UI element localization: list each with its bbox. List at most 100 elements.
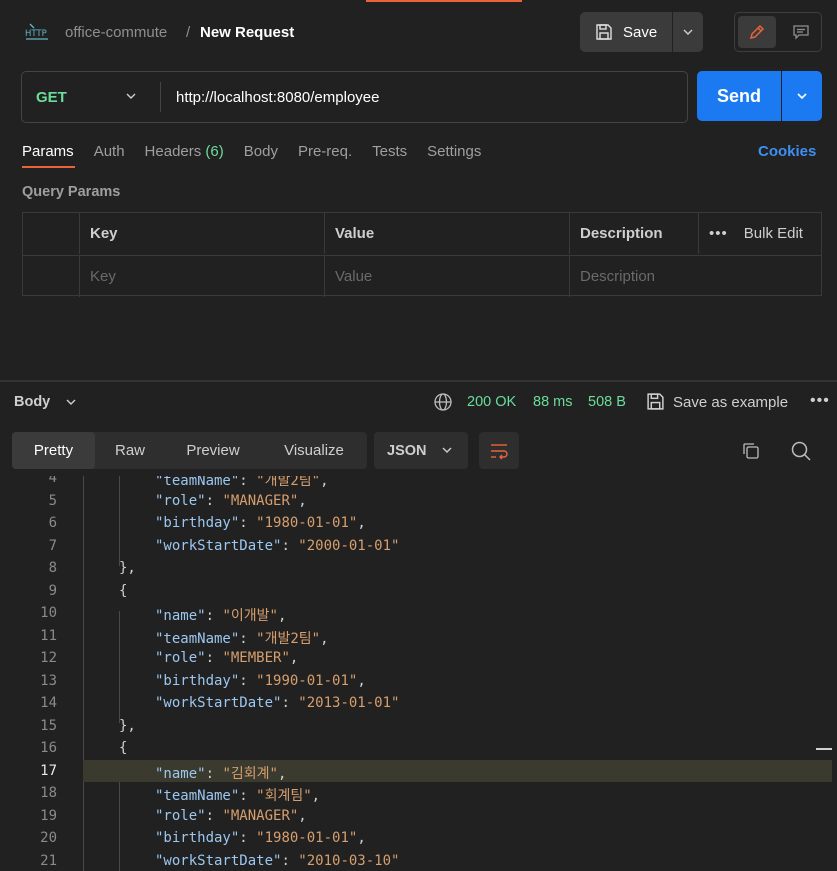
json-punctuation: , <box>357 672 366 689</box>
json-key: "teamName" <box>155 788 240 804</box>
line-number: 19 <box>40 807 57 824</box>
code-text: "birthday": "1990-01-01", <box>155 673 366 689</box>
code-line: 10 "name": "이개발", <box>0 602 837 625</box>
column-header-description: Description <box>569 213 698 254</box>
code-text: "role": "MANAGER", <box>155 493 307 509</box>
save-dropdown-button[interactable] <box>673 12 703 52</box>
param-value-input[interactable]: Value <box>324 256 569 297</box>
json-string: "1990-01-01" <box>256 672 358 689</box>
chevron-down-icon[interactable] <box>64 395 78 409</box>
request-name[interactable]: New Request <box>200 24 294 41</box>
code-text: "role": "MEMBER", <box>155 650 298 666</box>
code-line: 9{ <box>0 580 837 603</box>
active-tab-accent <box>366 0 522 2</box>
cookies-link[interactable]: Cookies <box>758 143 816 160</box>
json-punctuation: , <box>277 608 287 624</box>
tab-auth[interactable]: Auth <box>94 143 125 167</box>
json-key: "role" <box>155 492 206 509</box>
column-header-key: Key <box>79 213 324 254</box>
tab-headers[interactable]: Headers (6) <box>145 143 224 167</box>
word-wrap-button[interactable] <box>479 432 519 469</box>
line-number: 18 <box>40 785 57 801</box>
breadcrumb-collection[interactable]: office-commute <box>65 24 167 41</box>
search-icon[interactable] <box>790 440 812 462</box>
json-string: "MEMBER" <box>222 650 290 666</box>
view-tab-raw[interactable]: Raw <box>95 432 165 469</box>
code-line: 5 "role": "MANAGER", <box>0 490 837 513</box>
tab-params[interactable]: Params <box>22 143 74 167</box>
response-time[interactable]: 88 ms <box>533 394 573 410</box>
param-key-input[interactable]: Key <box>79 256 324 297</box>
line-number: 7 <box>48 537 57 554</box>
status-badge[interactable]: 200 OK <box>467 394 516 410</box>
json-punctuation: , <box>289 650 299 666</box>
view-tab-visualize[interactable]: Visualize <box>261 432 367 469</box>
line-number: 16 <box>40 740 57 756</box>
line-number: 10 <box>40 605 57 621</box>
code-line: 12 "role": "MEMBER", <box>0 647 837 670</box>
code-text: "name": "이개발", <box>155 605 286 625</box>
json-key: "workStartDate" <box>155 695 282 711</box>
json-punctuation: : <box>239 672 257 689</box>
chevron-down-icon[interactable] <box>124 89 138 103</box>
json-string: "김회계" <box>222 765 278 782</box>
param-description-input[interactable]: Description <box>569 256 821 297</box>
table-row: Key Value Description <box>23 255 821 297</box>
wrap-lines-icon <box>491 443 508 459</box>
code-line: 15}, <box>0 715 837 738</box>
code-text: { <box>119 583 127 599</box>
chevron-down-icon <box>683 29 693 35</box>
format-select-value: JSON <box>387 442 427 459</box>
send-button[interactable]: Send <box>697 71 781 121</box>
json-punctuation: , <box>357 515 366 531</box>
format-select[interactable]: JSON <box>374 432 468 469</box>
response-body-viewer[interactable]: 4 "teamName": "개발2팀", 5 "role": "MANAGER", 6… <box>0 476 837 871</box>
comments-button[interactable] <box>783 16 819 48</box>
line-number: 5 <box>48 492 57 509</box>
scrollbar-marker[interactable] <box>816 748 832 750</box>
save-as-example-button[interactable]: Save as example <box>673 394 788 411</box>
json-key: "role" <box>155 807 206 824</box>
globe-icon[interactable] <box>433 392 453 412</box>
line-number: 6 <box>48 515 57 531</box>
tab-prereq[interactable]: Pre-req. <box>298 143 352 167</box>
json-key: "teamName" <box>155 630 240 647</box>
json-string: "2000-01-01" <box>298 537 400 554</box>
tab-settings[interactable]: Settings <box>427 143 481 167</box>
svg-text:HTTP: HTTP <box>25 29 47 39</box>
edit-mode-button[interactable] <box>738 16 776 48</box>
view-tab-preview[interactable]: Preview <box>165 432 261 469</box>
query-params-table: Key Value Description ••• Bulk Edit Key … <box>22 212 822 297</box>
save-button[interactable]: Save <box>580 12 672 52</box>
code-line: 6 "birthday": "1980-01-01", <box>0 512 837 535</box>
more-options-icon[interactable]: ••• <box>810 392 830 410</box>
code-text: "role": "MANAGER", <box>155 808 307 824</box>
url-input[interactable] <box>176 84 676 110</box>
json-punctuation: , <box>277 765 287 782</box>
line-number: 4 <box>48 476 57 486</box>
json-key: "birthday" <box>155 515 240 531</box>
tab-body[interactable]: Body <box>244 143 278 167</box>
copy-icon[interactable] <box>741 441 761 461</box>
http-method-select[interactable]: GET <box>36 89 67 106</box>
response-body-label[interactable]: Body <box>14 394 50 410</box>
response-size[interactable]: 508 B <box>588 394 626 410</box>
view-tab-pretty[interactable]: Pretty <box>12 432 95 469</box>
json-punctuation: , <box>298 492 307 509</box>
json-punctuation: }, <box>119 717 136 734</box>
code-line: 19 "role": "MANAGER", <box>0 805 837 828</box>
request-url-bar: GET <box>21 71 688 123</box>
line-number: 17 <box>40 762 57 779</box>
json-key: "name" <box>155 765 206 782</box>
code-line: 21 "workStartDate": "2010-03-10" <box>0 850 837 871</box>
bulk-edit-button[interactable]: ••• Bulk Edit <box>698 213 821 254</box>
json-punctuation: : <box>205 650 223 666</box>
code-text: "name": "김회계", <box>155 763 286 783</box>
tab-tests[interactable]: Tests <box>372 143 407 167</box>
pencil-icon <box>749 24 765 40</box>
send-dropdown-button[interactable] <box>782 71 822 121</box>
top-bar: HTTP office-commute / New Request Save <box>0 0 837 64</box>
table-header-row: Key Value Description ••• Bulk Edit <box>23 213 821 255</box>
more-options-icon[interactable]: ••• <box>709 225 728 242</box>
request-tabs: Params Auth Headers (6) Body Pre-req. Te… <box>22 143 501 167</box>
